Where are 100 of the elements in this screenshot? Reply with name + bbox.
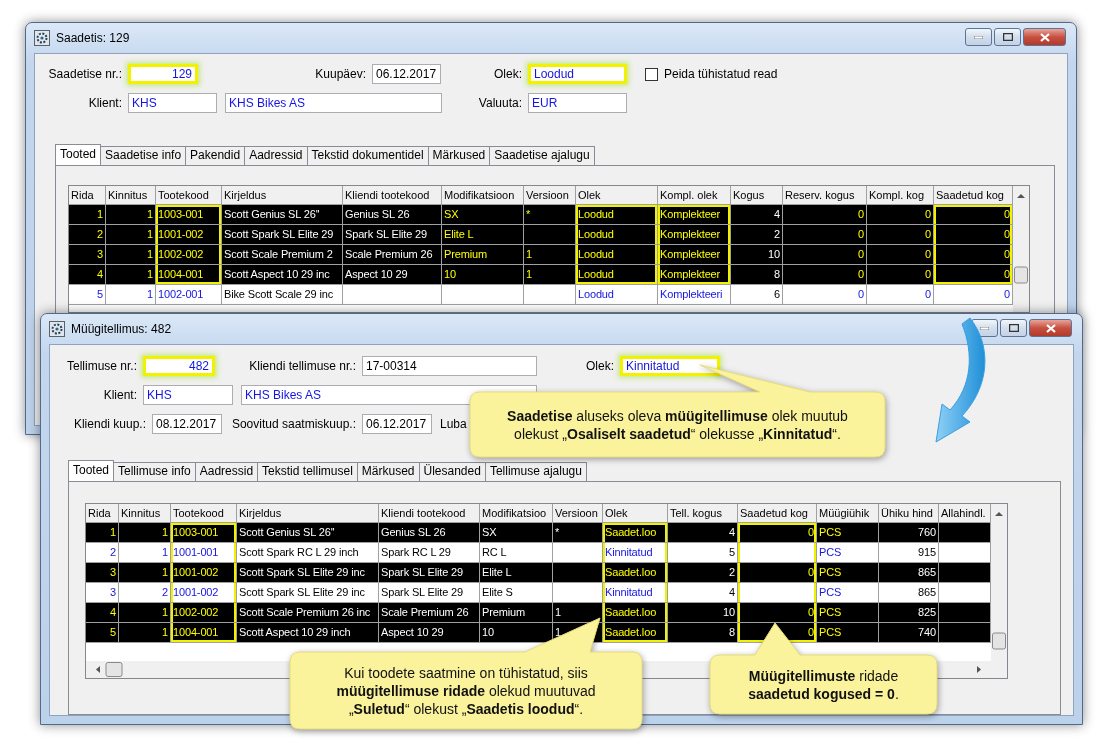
column-header[interactable]: Rida	[69, 186, 106, 205]
column-header[interactable]: Olek	[576, 186, 658, 205]
column-header[interactable]: Versioon	[553, 504, 603, 523]
field-label: Klient:	[102, 388, 138, 402]
table-cell: 1002-002	[171, 603, 237, 623]
field-label: Kliendi tellimuse nr.:	[248, 359, 357, 373]
table-row[interactable]: 4 1 1002-002 Scott Scale Premium 26 inc Scale Premium 26 Premium 1 Saadet.loo 10 0 PCS 825	[86, 603, 991, 623]
table-row[interactable]: 4 1 1004-001 Scott Aspect 10 29 inc Aspect 10 29 10 1 Loodud Komplekteer 8 0 0 0	[69, 265, 1013, 285]
table-cell: Komplekteer	[658, 225, 731, 245]
table-row[interactable]: 5 1 1002-001 Bike Scott Scale 29 inc Loodud Komplekteeri 6 0 0 0	[69, 285, 1013, 305]
vertical-scrollbar[interactable]	[991, 504, 1007, 678]
column-header[interactable]: Kompl. olek	[658, 186, 731, 205]
table-cell: 5	[86, 623, 119, 643]
column-header[interactable]: Tootekood	[171, 504, 237, 523]
tab[interactable]: Tooted	[55, 144, 102, 165]
field-label: Kuupäev:	[314, 67, 367, 81]
table-cell: Saadet.loo	[603, 623, 668, 643]
maximize-icon	[1002, 33, 1013, 41]
input-field[interactable]: 06.12.2017	[362, 414, 432, 434]
column-header[interactable]: Müügiühik	[817, 504, 879, 523]
column-header[interactable]: Kirjeldus	[222, 186, 343, 205]
maximize-icon	[1008, 324, 1019, 332]
input-field[interactable]: 17-00314	[362, 356, 537, 376]
minimize-button[interactable]	[965, 28, 992, 46]
table-row[interactable]: 2 1 1001-001 Scott Spark RC L 29 inch Spark RC L 29 RC L Kinnitatud 5 PCS 915	[86, 543, 991, 563]
table-cell: Komplekteer	[658, 265, 731, 285]
table-cell: Saadet.loo	[603, 523, 668, 543]
column-header[interactable]: Reserv. kogus	[783, 186, 867, 205]
input-field[interactable]: EUR	[528, 93, 627, 113]
checkbox[interactable]	[645, 67, 658, 81]
column-header[interactable]: Kliendi tootekood	[379, 504, 480, 523]
table-cell: 0	[738, 523, 817, 543]
tab[interactable]: Saadetise ajalugu	[489, 146, 595, 165]
column-header[interactable]: Versioon	[524, 186, 576, 205]
column-header[interactable]: Saadetud kog	[738, 504, 817, 523]
table-cell: Scott Aspect 10 29 inch	[237, 623, 379, 643]
input-field[interactable]: KHS	[128, 93, 217, 113]
close-button[interactable]	[1023, 28, 1066, 46]
column-header[interactable]: Tell. kogus	[668, 504, 738, 523]
tab[interactable]: Tellimuse ajalugu	[484, 462, 587, 481]
column-header[interactable]: Kompl. kog	[867, 186, 934, 205]
table-cell: Loodud	[576, 205, 658, 225]
table-cell: Bike Scott Scale 29 inc	[222, 285, 343, 305]
close-button[interactable]	[1029, 319, 1072, 337]
close-icon	[1039, 32, 1050, 42]
minimize-icon	[974, 35, 983, 39]
field-label: Saadetise nr.:	[47, 67, 123, 81]
vertical-scrollbar[interactable]	[1013, 186, 1029, 312]
field-label: Olek:	[585, 359, 615, 373]
column-header[interactable]: Kinnitus	[106, 186, 156, 205]
column-header[interactable]: Kirjeldus	[237, 504, 379, 523]
field-label: Kliendi kuup.:	[72, 417, 147, 431]
window-title: Müügitellimus: 482	[71, 322, 173, 336]
input-field[interactable]: KHS Bikes AS	[225, 93, 442, 113]
table-cell: 1002-001	[156, 285, 222, 305]
column-header[interactable]: Olek	[603, 504, 668, 523]
table-cell: 5	[69, 285, 106, 305]
column-header[interactable]: Kogus	[731, 186, 783, 205]
table-cell: 0	[934, 205, 1013, 225]
app-icon	[34, 30, 50, 46]
column-header[interactable]: Tootekood	[156, 186, 222, 205]
table-cell: 1001-002	[171, 563, 237, 583]
column-header[interactable]: Rida	[86, 504, 119, 523]
maximize-button[interactable]	[994, 28, 1021, 46]
table-row[interactable]: 2 1 1001-002 Scott Spark SL Elite 29 Spark SL Elite 29 Elite L Loodud Komplekteer 2 0 0 0	[69, 225, 1013, 245]
table-row[interactable]: 3 2 1001-002 Scott Spark SL Elite 29 inc Spark SL Elite 29 Elite S Kinnitatud 4 PCS 865	[86, 583, 991, 603]
tab[interactable]: Tooted	[68, 460, 115, 481]
table-cell: Kinnitatud	[603, 543, 668, 563]
column-header[interactable]: Kliendi tootekood	[343, 186, 442, 205]
column-header[interactable]: Saadetud kog	[934, 186, 1013, 205]
close-icon	[1045, 323, 1056, 333]
table-cell: Loodud	[576, 285, 658, 305]
column-header[interactable]: Ühiku hind	[879, 504, 939, 523]
table-cell: 1001-002	[156, 225, 222, 245]
table-cell: Komplekteer	[658, 245, 731, 265]
table-cell: 1002-002	[156, 245, 222, 265]
table-row[interactable]: 1 1 1003-001 Scott Genius SL 26'' Genius SL 26 SX * Loodud Komplekteer 4 0 0 0	[69, 205, 1013, 225]
column-header[interactable]: Kinnitus	[119, 504, 171, 523]
table-row[interactable]: 3 1 1001-002 Scott Spark SL Elite 29 inc Spark SL Elite 29 Elite L Saadet.loo 2 0 PCS 865	[86, 563, 991, 583]
app-icon	[49, 321, 65, 337]
input-field[interactable]: Loodud	[528, 64, 627, 84]
table-row[interactable]: 1 1 1003-001 Scott Genius SL 26'' Genius SL 26 SX * Saadet.loo 4 0 PCS 760	[86, 523, 991, 543]
table-cell: Loodud	[576, 265, 658, 285]
callout-text: Müügitellimuste ridade saadetud kogused = 0.	[747, 666, 900, 703]
table-row[interactable]: 3 1 1002-002 Scott Scale Premium 2 Scale Premium 26 Premium 1 Loodud Komplekteer 10 0 0 0	[69, 245, 1013, 265]
table-cell: 8	[668, 623, 738, 643]
input-field[interactable]: 06.12.2017	[372, 64, 441, 84]
input-field[interactable]: KHS	[143, 385, 233, 405]
minimize-icon	[980, 326, 989, 330]
field-label: Olek:	[493, 67, 523, 81]
column-header[interactable]: Modifikatsioon	[442, 186, 524, 205]
input-field[interactable]: 08.12.2017	[152, 414, 222, 434]
table-cell: 1003-001	[156, 205, 222, 225]
column-header[interactable]: Allahindl.	[939, 504, 991, 523]
column-header[interactable]: Modifikatsioo	[480, 504, 553, 523]
input-field[interactable]: Kinnitatud	[620, 356, 720, 376]
input-field[interactable]: 129	[128, 64, 198, 84]
table-row[interactable]: 5 1 1004-001 Scott Aspect 10 29 inch Aspect 10 29 10 1 Saadet.loo 8 0 PCS 740	[86, 623, 991, 643]
maximize-button[interactable]	[1000, 319, 1027, 337]
input-field[interactable]: 482	[143, 356, 215, 376]
